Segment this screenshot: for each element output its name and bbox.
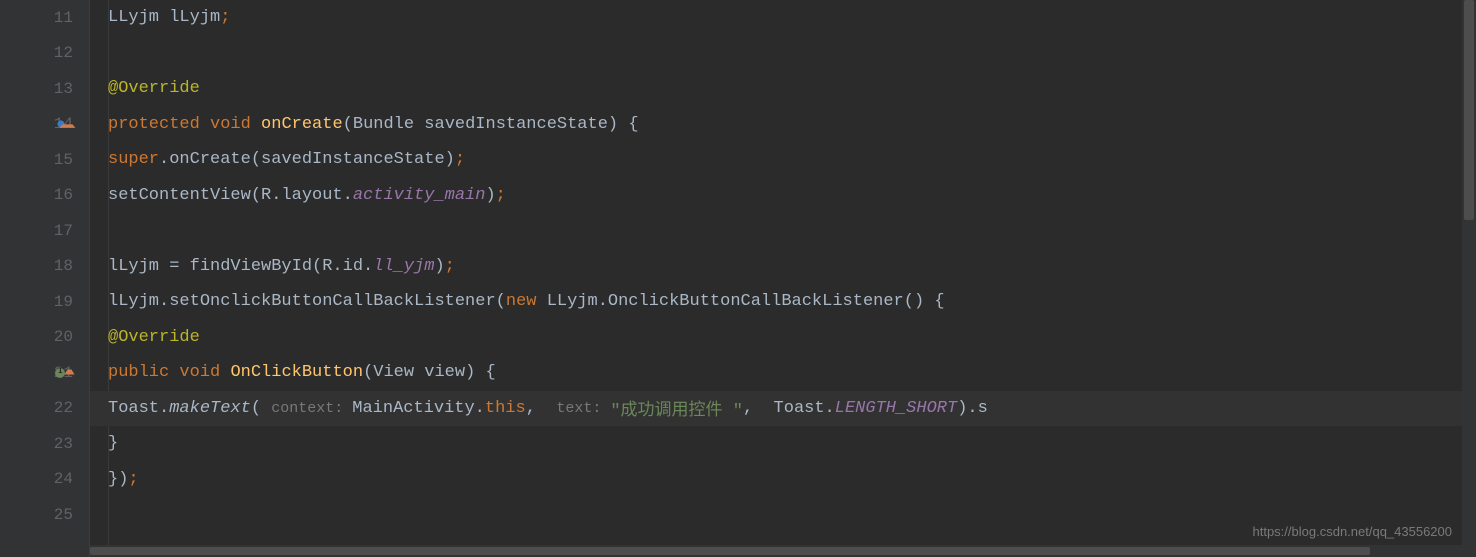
token: setContentView(R.layout. [108, 186, 353, 205]
gutter-row[interactable]: 20 [0, 320, 89, 356]
token: .onCreate(savedInstanceState) [159, 150, 455, 169]
token-semi: ; [128, 470, 138, 489]
line-number: 24 [54, 470, 73, 488]
vertical-scrollbar[interactable] [1462, 0, 1476, 557]
token-keyword: void [210, 115, 261, 134]
code-line[interactable]: super.onCreate(savedInstanceState); [90, 142, 1476, 178]
code-line[interactable]: lLyjm = findViewById(R.id.ll_yjm); [90, 249, 1476, 285]
code-editor: 11 12 13 14 15 16 17 18 19 20 21 22 23 2… [0, 0, 1476, 557]
gutter-row[interactable]: 17 [0, 213, 89, 249]
token-string: "成功调用控件 " [610, 395, 743, 421]
parameter-hint: context: [271, 400, 352, 417]
token: Toast. [108, 399, 169, 418]
token-field: LENGTH_SHORT [835, 399, 957, 418]
token-semi: ; [455, 150, 465, 169]
token: , Toast. [743, 399, 835, 418]
token-static-method: makeText [169, 399, 251, 418]
token-field: activity_main [353, 186, 486, 205]
code-line-current[interactable]: Toast.makeText( context: MainActivity.th… [90, 391, 1476, 427]
watermark: https://blog.csdn.net/qq_43556200 [1253, 524, 1453, 539]
gutter-row[interactable]: 24 [0, 462, 89, 498]
parameter-hint: text: [556, 400, 610, 417]
line-number: 20 [54, 328, 73, 346]
line-number: 25 [54, 506, 73, 524]
gutter-row[interactable]: 14 [0, 107, 89, 143]
token-ident: lLyjm [159, 8, 220, 27]
override-method-icon[interactable] [55, 118, 67, 130]
gutter-row[interactable]: 15 [0, 142, 89, 178]
token: ).s [957, 399, 988, 418]
gutter-row[interactable]: 23 [0, 426, 89, 462]
token: ) [434, 257, 444, 276]
token: MainActivity. [352, 399, 485, 418]
token: lLyjm.setOnclickButtonCallBackListener( [108, 292, 506, 311]
token-method: OnClickButton [230, 363, 363, 382]
gutter-row[interactable]: 18 [0, 249, 89, 285]
line-number: 23 [54, 435, 73, 453]
code-line[interactable]: @Override [90, 71, 1476, 107]
gutter-row[interactable]: 21 [0, 355, 89, 391]
token: (View view) { [363, 363, 496, 382]
token: } [108, 434, 118, 453]
code-area[interactable]: LLyjm lLyjm; @Override protected void on… [90, 0, 1476, 557]
token-keyword: public [108, 363, 179, 382]
code-line[interactable] [90, 213, 1476, 249]
token: lLyjm = findViewById(R.id. [108, 257, 373, 276]
token-type: LLyjm [108, 8, 159, 27]
token-semi: ; [445, 257, 455, 276]
token-annotation: @Override [108, 79, 200, 98]
gutter-row[interactable]: 11 [0, 0, 89, 36]
token: ( [251, 399, 271, 418]
token-annotation: @Override [108, 328, 200, 347]
gutter-row[interactable]: 25 [0, 497, 89, 533]
code-line[interactable] [90, 36, 1476, 72]
line-number: 18 [54, 257, 73, 275]
gutter: 11 12 13 14 15 16 17 18 19 20 21 22 23 2… [0, 0, 90, 557]
line-number: 11 [54, 9, 73, 27]
line-number: 12 [54, 44, 73, 62]
token: , [526, 399, 557, 418]
code-line[interactable]: }); [90, 462, 1476, 498]
token-keyword: super [108, 150, 159, 169]
code-line[interactable]: setContentView(R.layout.activity_main); [90, 178, 1476, 214]
gutter-row[interactable]: 16 [0, 178, 89, 214]
code-line[interactable]: protected void onCreate(Bundle savedInst… [90, 107, 1476, 143]
gutter-row[interactable]: 12 [0, 36, 89, 72]
horizontal-scrollbar[interactable] [90, 545, 1462, 557]
line-number: 15 [54, 151, 73, 169]
token: (Bundle savedInstanceState) { [343, 115, 639, 134]
token: ) [485, 186, 495, 205]
code-line[interactable]: @Override [90, 320, 1476, 356]
line-number: 17 [54, 222, 73, 240]
token-semi: ; [220, 8, 230, 27]
vertical-scrollbar-thumb[interactable] [1464, 0, 1474, 220]
token-method: onCreate [261, 115, 343, 134]
code-line[interactable]: lLyjm.setOnclickButtonCallBackListener(n… [90, 284, 1476, 320]
token: LLyjm.OnclickButtonCallBackListener() { [547, 292, 945, 311]
line-number: 19 [54, 293, 73, 311]
gutter-row[interactable]: 22 [0, 391, 89, 427]
code-line[interactable]: LLyjm lLyjm; [90, 0, 1476, 36]
token-keyword: protected [108, 115, 210, 134]
code-line[interactable]: public void OnClickButton(View view) { [90, 355, 1476, 391]
implements-method-icon[interactable] [55, 368, 65, 378]
token-keyword: void [179, 363, 230, 382]
horizontal-scrollbar-thumb[interactable] [90, 547, 1370, 555]
token: }) [108, 470, 128, 489]
code-line[interactable]: } [90, 426, 1476, 462]
token-keyword: this [485, 399, 526, 418]
line-number: 16 [54, 186, 73, 204]
token-semi: ; [496, 186, 506, 205]
line-number: 22 [54, 399, 73, 417]
line-number: 13 [54, 80, 73, 98]
gutter-row[interactable]: 13 [0, 71, 89, 107]
token-field: ll_yjm [373, 257, 434, 276]
token-keyword: new [506, 292, 547, 311]
gutter-row[interactable]: 19 [0, 284, 89, 320]
